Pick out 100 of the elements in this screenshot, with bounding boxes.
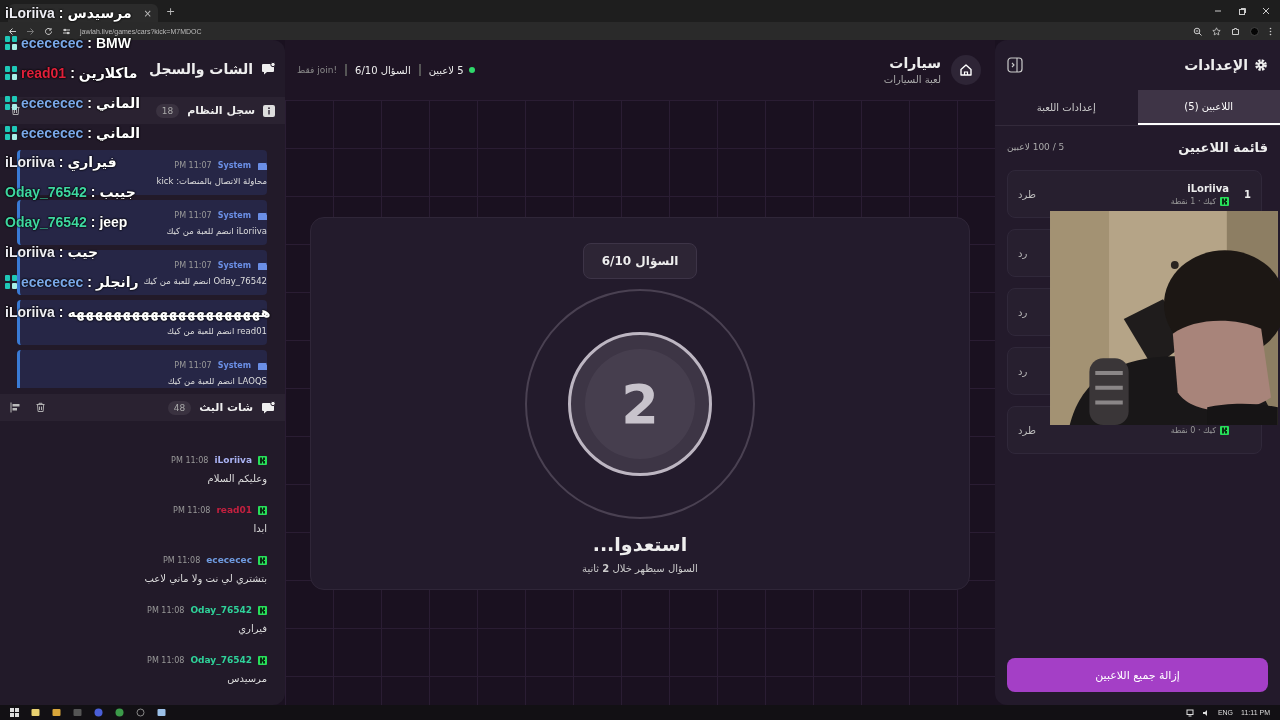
timestamp: 11:08 PM [147,655,185,665]
log-message: LAOQS انضم للعبة من كيك [167,376,267,386]
overlay-username: iLoriiva [5,4,55,21]
game-title: سيارات [888,55,941,71]
kick-logo-icon [1220,196,1229,206]
list-title: قائمة اللاعبين [1178,139,1268,155]
sender-name: System [217,261,251,270]
zoom-icon[interactable] [1193,26,1202,36]
chat-message: مرسيدس [226,673,267,684]
overlay-message: ماكلارين [78,64,138,81]
trash-icon[interactable] [35,402,46,414]
question-badge: السؤال 6/10 [582,243,698,279]
overlay-username: read01 [21,64,67,81]
app-icon[interactable] [52,708,61,717]
app-icon[interactable] [157,708,166,717]
kick-button[interactable]: طرد [1018,188,1042,200]
section-title: سجل النظام [187,104,255,118]
sender-name: System [217,361,251,370]
collapse-panel-icon[interactable] [1007,57,1023,73]
timestamp: 11:08 PM [171,455,209,465]
home-icon [959,63,973,77]
align-icon[interactable] [10,402,21,414]
kick-logo-icon [258,655,267,665]
timestamp: 11:08 PM [147,605,185,615]
overlay-username: Oday_76542 [5,184,87,201]
kick-logo-icon [258,555,267,565]
overlay-username: ecececec [21,124,84,141]
chat-bubble-icon [261,62,275,76]
overlay-separator: : [87,34,92,51]
overlay-username: iLoriiva [5,244,55,261]
network-icon[interactable] [1185,708,1194,717]
game-subtitle: لعبة السيارات [883,74,941,85]
windows-icon[interactable] [10,708,19,717]
count-badge: 18 [155,103,180,118]
kick-button[interactable]: رد [1018,247,1034,259]
overlay-message: رانجلر [95,273,139,290]
log-message: read01 انضم للعبة من كيك [167,326,267,336]
overlay-username: ecececec [21,94,84,111]
panel-title: الشات والسجل [148,60,253,77]
volume-icon[interactable] [1201,708,1210,717]
tab-close-button[interactable]: × [143,7,152,19]
home-button[interactable] [951,55,981,85]
new-tab-button[interactable]: + [166,4,176,18]
player-meta: كيك · 0 نقطة [1170,425,1216,435]
kick-button[interactable]: طرد [1018,424,1042,436]
minimize-icon[interactable] [1214,7,1222,15]
player-capacity: 5 / 100 لاعبين [1007,142,1065,152]
chat-message: ابدا [252,523,267,534]
overlay-username: ecececec [21,273,84,290]
log-message: محاولة الاتصال بالمنصات: kick [156,176,267,186]
forward-arrow-icon[interactable] [26,26,35,36]
reload-icon[interactable] [44,26,53,36]
count-badge: 48 [167,400,192,415]
overlay-separator: : [70,64,75,81]
trash-icon[interactable] [10,105,21,117]
question-counter: السؤال 6/10 [355,64,411,76]
app-icon[interactable] [31,708,40,717]
timestamp: 11:08 PM [173,505,211,515]
kick-logo-icon [258,455,267,465]
restore-icon[interactable] [1238,7,1246,15]
username: ecececec [206,555,252,565]
overlay-message: jeep [99,214,128,231]
extension-icon[interactable] [1231,26,1240,36]
overlay-separator: : [87,273,92,290]
chat-message: فيراري [237,623,267,634]
section-title: شات البث [199,401,253,415]
username: iLoriiva [214,455,252,465]
app-icon[interactable] [115,708,124,717]
log-message: Oday_76542 انضم للعبة من كيك [143,276,267,286]
overlay-separator: : [87,124,92,141]
site-info-icon[interactable] [62,26,71,36]
overlay-message: فيراري [67,154,117,171]
timestamp: 11:08 PM [162,555,201,565]
chat-bubble-icon [261,401,275,415]
overlay-username: ecececec [21,34,84,51]
overlay-separator: : [87,94,92,111]
countdown-number: 2 [568,332,712,476]
sender-name: System [217,161,251,170]
back-arrow-icon[interactable] [8,26,17,36]
tab[interactable]: اللاعبين (5) [1137,90,1280,125]
star-icon[interactable] [1212,26,1221,36]
sender-name: System [217,211,251,220]
panel-title: الإعدادات [1184,57,1248,73]
log-message: iLoriiva انضم للعبة من كيك [166,226,267,236]
player-rank: 1 [1243,188,1251,200]
join-hint: !join فقط [297,65,338,75]
tab[interactable]: إعدادات اللعبة [995,90,1138,125]
overlay-separator: : [58,303,64,320]
kick-logo-icon [258,505,267,515]
overlay-message: الماني [95,124,141,141]
chat-message: وعليكم السلام [206,473,267,484]
chat-message: بتشتري لي نت ولا ماني لاعب [144,573,267,584]
remove-all-button[interactable]: إزالة جميع اللاعبين [1007,658,1268,692]
close-icon[interactable] [1262,7,1270,15]
kick-button[interactable]: رد [1018,306,1034,318]
overlay-message: الماني [95,94,141,111]
overlay-separator: : [58,244,64,261]
overlay-message: جيبب [99,184,136,201]
kick-button[interactable]: رد [1018,365,1034,377]
timestamp: 11:07 PM [174,211,212,220]
